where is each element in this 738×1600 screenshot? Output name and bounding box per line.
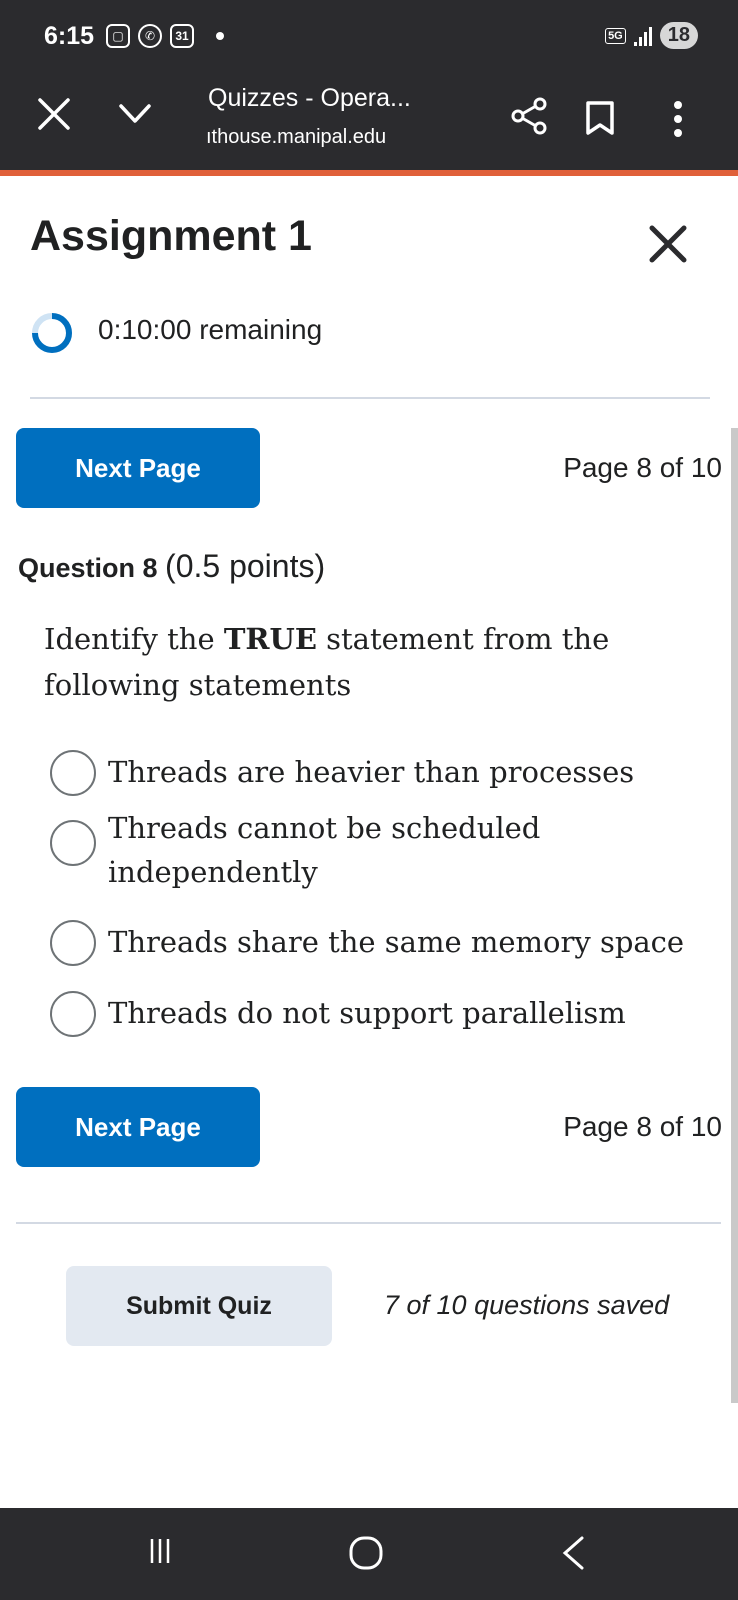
question-points: (0.5 points) [165,548,326,584]
screenshot-icon: ▢ [106,24,130,48]
back-icon[interactable] [558,1534,588,1572]
browser-chrome: 6:15 ▢ ✆ 31 5G 18 Quizzes - Opera... ıth… [0,0,738,172]
question-label: Question 8 [18,553,158,583]
divider [16,1222,721,1224]
answer-option-label: Threads share the same memory space [108,925,685,959]
calendar-icon: 31 [170,24,194,48]
close-icon[interactable] [36,96,72,132]
accent-bar [0,170,738,176]
scrollbar[interactable] [731,428,738,1403]
status-icons: ▢ ✆ 31 [106,24,224,48]
home-icon[interactable] [348,1535,384,1571]
network-badge: 5G [605,27,626,44]
battery-icon: 18 [659,22,698,49]
chevron-down-icon[interactable] [118,100,152,128]
notification-dot [216,32,224,40]
signal-icon [633,26,652,46]
answer-option[interactable]: Threads are heavier than processes [50,750,688,796]
system-nav-bar [0,1508,738,1600]
url-text[interactable]: ıthouse.manipal.edu [206,126,386,149]
recents-icon[interactable] [148,1536,172,1566]
radio-button[interactable] [50,750,96,796]
calendar-date: 31 [175,29,189,43]
divider [30,397,710,399]
next-page-button[interactable]: Next Page [16,1087,260,1167]
whatsapp-icon: ✆ [138,24,162,48]
submit-quiz-button[interactable]: Submit Quiz [66,1266,332,1346]
page-title[interactable]: Quizzes - Opera... [208,84,411,113]
radio-button[interactable] [50,820,96,866]
page-indicator: Page 8 of 10 [563,1111,722,1142]
question-text-emphasis: TRUE [223,622,317,656]
status-time: 6:15 [44,22,95,50]
page-indicator: Page 8 of 10 [563,452,722,483]
answer-option[interactable]: Threads cannot be scheduled independentl… [50,806,688,894]
quiz-title: Assignment 1 [30,212,312,260]
question-text-part: Identify the [44,622,224,656]
timer-progress-icon [32,313,72,353]
radio-button[interactable] [50,991,96,1037]
answer-option-label: Threads cannot be scheduled independentl… [108,811,541,889]
next-page-button[interactable]: Next Page [16,428,260,508]
answer-option[interactable]: Threads do not support parallelism [50,991,688,1037]
answer-option-label: Threads are heavier than processes [108,755,635,789]
share-icon[interactable] [510,96,550,136]
answer-option[interactable]: Threads share the same memory space [50,920,688,966]
more-vert-icon[interactable] [668,100,688,138]
close-quiz-icon[interactable] [646,222,690,266]
saved-status: 7 of 10 questions saved [384,1290,670,1320]
bookmark-icon[interactable] [584,100,616,136]
radio-button[interactable] [50,920,96,966]
answer-option-label: Threads do not support parallelism [108,996,626,1030]
status-right: 5G 18 [605,22,698,49]
timer-text: 0:10:00 remaining [98,314,323,345]
question-text: Identify the TRUE statement from the fol… [44,616,684,708]
question-header: Question 8 (0.5 points) [18,548,325,585]
